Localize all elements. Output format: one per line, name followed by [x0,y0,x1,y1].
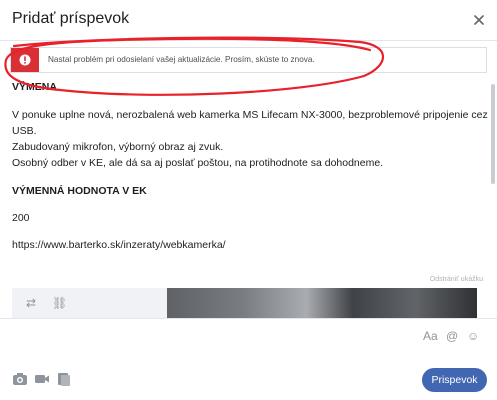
heading-exchange: VÝMENA [12,81,57,93]
scrollbar[interactable] [491,84,495,184]
link-preview: ⇄ ⛓ [12,288,477,318]
post-button[interactable]: Prispevok [422,368,487,392]
divider [0,318,497,319]
exclamation-icon [11,48,39,72]
at-icon[interactable]: @ [446,329,458,343]
remove-preview-link[interactable]: Odstrániť ukážku [430,276,483,283]
dialog-header: Pridať príspevok [0,0,497,41]
error-banner: Nastal problém pri odosielaní vašej aktu… [10,47,487,73]
post-line: USB. [12,125,37,137]
font-icon[interactable]: Aa [423,329,438,343]
camera-icon[interactable] [12,372,28,386]
emoji-icon[interactable]: ☺ [467,329,479,343]
dialog-title: Pridať príspevok [12,10,130,27]
post-line: Zabudovaný mikrofon, výborný obraz aj zv… [12,141,224,153]
post-line: V ponuke uplne nová, nerozbalená web kam… [12,109,488,121]
preview-image [167,288,477,318]
post-value: 200 [12,212,30,224]
swap-icon[interactable]: ⇄ [26,296,36,310]
album-icon[interactable] [56,372,72,386]
heading-value: VÝMENNÁ HODNOTA V EK [12,185,147,197]
error-message: Nastal problém pri odosielaní vašej aktu… [48,55,315,64]
close-icon[interactable] [471,12,487,28]
video-icon[interactable] [34,372,50,386]
post-link[interactable]: https://www.barterko.sk/inzeraty/webkame… [12,238,226,253]
no-link-icon[interactable]: ⛓ [52,296,67,310]
post-line: Osobný odber v KE, ale dá sa aj poslať p… [12,157,384,169]
